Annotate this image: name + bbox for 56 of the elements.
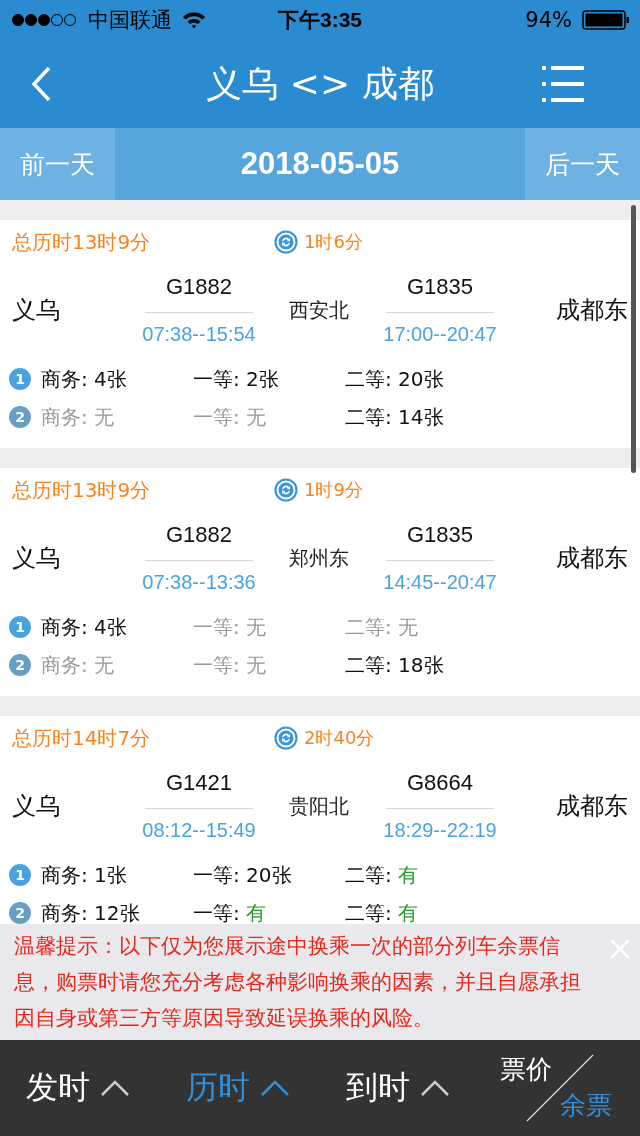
- train-time: 17:00--20:47: [383, 323, 497, 346]
- train-number: G1882: [165, 522, 233, 548]
- train-number: G1882: [165, 274, 233, 300]
- transfer-wait: 1时9分: [304, 478, 363, 502]
- seat-availability: 二等: 有: [345, 899, 420, 927]
- seat-availability: 一等: 无: [193, 403, 268, 431]
- leg-number-badge: 1: [9, 368, 31, 390]
- origin-station: 义乌: [12, 295, 61, 326]
- train-time: 18:29--22:19: [383, 819, 497, 842]
- date-label: 2018-05-05: [239, 145, 401, 183]
- seat-availability: 二等: 无: [345, 613, 420, 641]
- seat-availability: 二等: 18张: [345, 651, 445, 679]
- leg-number-badge: 2: [9, 902, 31, 924]
- total-duration: 总历时13时9分: [12, 228, 152, 256]
- transfer-station: 西安北: [288, 296, 350, 324]
- carrier-name: 中国联通: [88, 7, 172, 34]
- train-number: G1835: [406, 522, 474, 548]
- seat-availability: 商务: 无: [41, 403, 116, 431]
- total-duration: 总历时14时7分: [12, 724, 152, 752]
- seat-availability: 商务: 4张: [41, 613, 128, 641]
- seat-availability: 二等: 14张: [345, 403, 445, 431]
- transfer-wait: 1时6分: [304, 230, 363, 254]
- destination-station: 成都东: [555, 791, 628, 822]
- train-number: G1421: [165, 770, 233, 796]
- origin-station: 义乌: [12, 543, 61, 574]
- train-time: 07:38--13:36: [142, 571, 256, 594]
- transfer-wait: 2时40分: [304, 726, 375, 750]
- train-number: G8664: [406, 770, 474, 796]
- leg-number-badge: 1: [9, 616, 31, 638]
- seat-availability: 一等: 无: [193, 651, 268, 679]
- seat-availability: 一等: 无: [193, 613, 268, 641]
- seat-availability: 二等: 有: [345, 861, 420, 889]
- train-time: 08:12--15:49: [142, 819, 256, 842]
- seat-availability: 商务: 1张: [41, 861, 128, 889]
- battery-percent: 94%: [525, 8, 572, 32]
- train-number: G1835: [406, 274, 474, 300]
- leg-number-badge: 1: [9, 864, 31, 886]
- transfer-station: 郑州东: [288, 544, 350, 572]
- seat-availability: 商务: 12张: [41, 899, 141, 927]
- train-time: 07:38--15:54: [142, 323, 256, 346]
- leg-number-badge: 2: [9, 406, 31, 428]
- seat-availability: 一等: 2张: [193, 365, 280, 393]
- origin-station: 义乌: [12, 791, 61, 822]
- route-title: 义乌 <> 成都: [206, 61, 434, 106]
- seat-availability: 商务: 4张: [41, 365, 128, 393]
- status-time: 下午3:35: [278, 7, 362, 33]
- total-duration: 总历时13时9分: [12, 476, 152, 504]
- destination-station: 成都东: [555, 295, 628, 326]
- seat-availability: 商务: 无: [41, 651, 116, 679]
- train-time: 14:45--20:47: [383, 571, 497, 594]
- seat-availability: 一等: 20张: [193, 861, 293, 889]
- destination-station: 成都东: [555, 543, 628, 574]
- seat-availability: 一等: 有: [193, 899, 268, 927]
- leg-number-badge: 2: [9, 654, 31, 676]
- transfer-station: 贵阳北: [288, 792, 350, 820]
- seat-availability: 二等: 20张: [345, 365, 445, 393]
